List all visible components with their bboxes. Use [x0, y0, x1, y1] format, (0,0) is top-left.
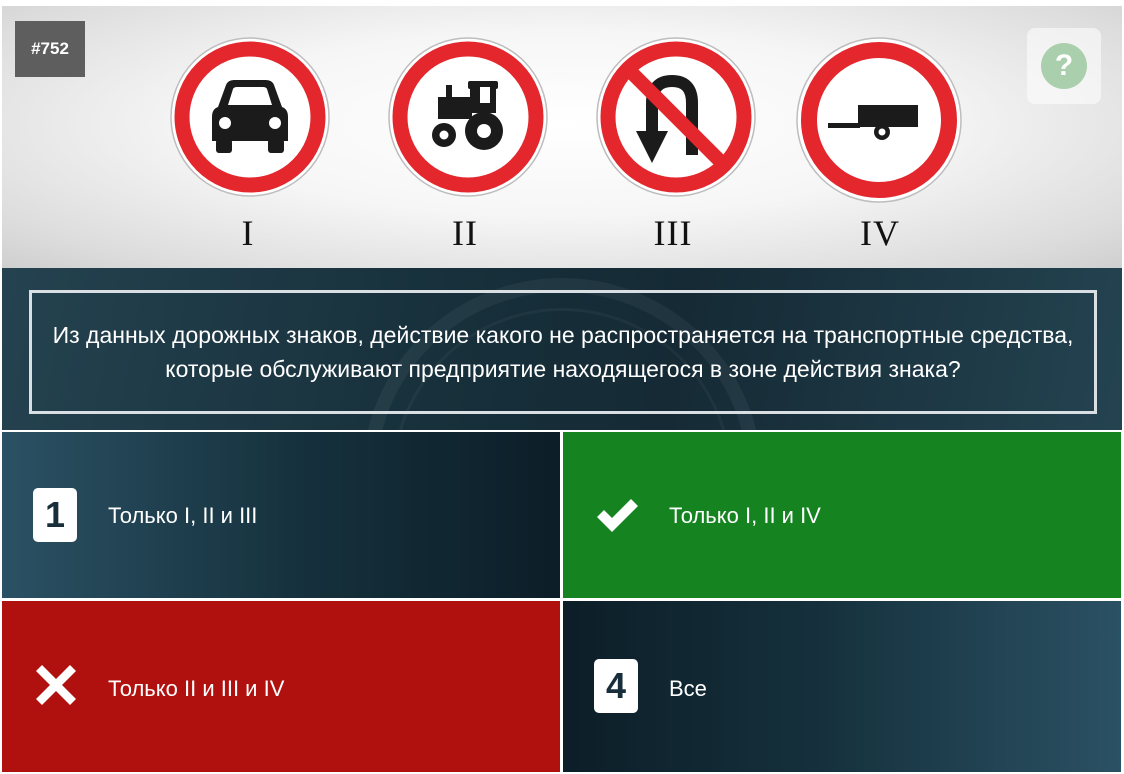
answer-option-3[interactable]: Только II и III и IV — [2, 601, 560, 772]
question-box: Из данных дорожных знаков, действие како… — [29, 290, 1097, 414]
question-panel: Из данных дорожных знаков, действие како… — [2, 268, 1122, 430]
answer-number-badge: 1 — [33, 488, 77, 542]
no-motor-vehicles-sign-icon — [170, 37, 330, 197]
answer-text: Только I, II и III — [108, 503, 258, 528]
sign-label-1: I — [241, 213, 255, 253]
signs-image: #752 ? I II III IV — [2, 6, 1122, 268]
no-tractors-sign-icon — [388, 37, 548, 197]
answer-option-2[interactable]: Только I, II и IV — [563, 432, 1121, 598]
help-button[interactable]: ? — [1027, 28, 1101, 104]
question-number-badge: #752 — [15, 21, 85, 77]
answer-text: Только I, II и IV — [669, 503, 821, 528]
answer-option-1[interactable]: 1 Только I, II и III — [2, 432, 560, 598]
answer-number-badge: 4 — [594, 659, 638, 713]
sign-label-3: III — [653, 213, 693, 253]
cross-icon — [36, 665, 76, 705]
question-card: #752 ? I II III IV Из данных дорожных зн… — [2, 6, 1122, 772]
answer-text: Все — [669, 676, 707, 701]
question-circle-icon: ? — [1041, 43, 1087, 89]
answer-option-4[interactable]: 4 Все — [563, 601, 1121, 772]
question-text: Из данных дорожных знаков, действие како… — [52, 322, 1074, 382]
answer-text: Только II и III и IV — [108, 676, 285, 701]
no-trailer-sign-icon — [796, 37, 962, 203]
sign-label-4: IV — [860, 213, 900, 253]
no-u-turn-sign-icon — [596, 37, 756, 197]
checkmark-icon — [597, 499, 638, 532]
sign-label-2: II — [452, 213, 478, 253]
